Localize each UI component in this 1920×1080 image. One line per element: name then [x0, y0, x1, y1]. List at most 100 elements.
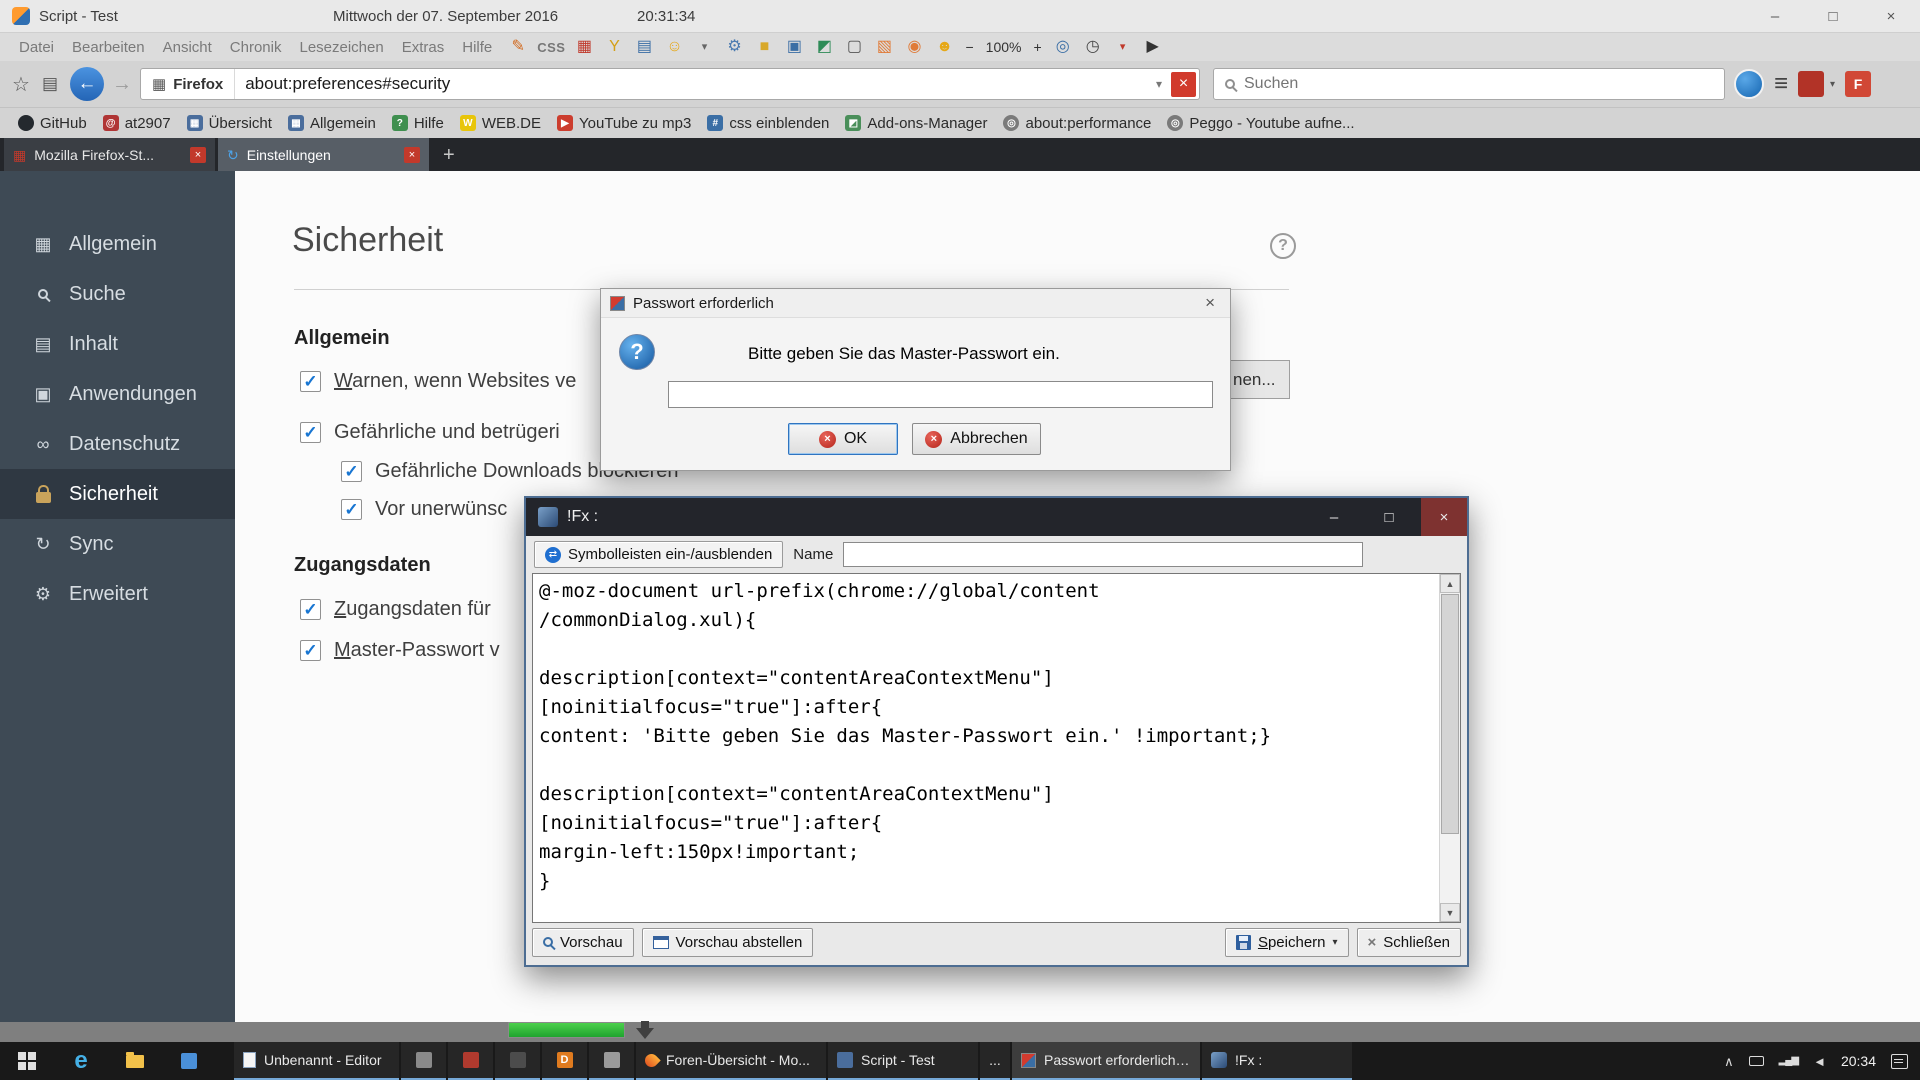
cocktail-icon[interactable]: Y	[603, 36, 625, 58]
taskbar-button-editor[interactable]: Unbenannt - Editor	[234, 1042, 399, 1080]
taskbar-button-app4[interactable]: D	[542, 1042, 587, 1080]
exceptions-button-partial[interactable]: nen...	[1231, 360, 1290, 399]
taskbar-explorer-icon[interactable]	[108, 1042, 162, 1080]
label-warn-software[interactable]: Vor unerwünsc	[375, 498, 507, 521]
taskbar-button-passwort[interactable]: Passwort erforderlich ...	[1012, 1042, 1200, 1080]
label-block-dangerous[interactable]: Gefährliche und betrügeri	[334, 421, 560, 444]
dialog-close-icon[interactable]: ×	[1199, 293, 1221, 313]
bookmark-allgemein[interactable]: ▦Allgemein	[280, 115, 384, 132]
zoom-in-button[interactable]: +	[1033, 39, 1041, 55]
volume-icon[interactable]: ◄	[1813, 1055, 1826, 1068]
hamburger-menu-icon[interactable]: ≡	[1774, 72, 1788, 96]
new-tab-button[interactable]: +	[432, 140, 466, 171]
cancel-button[interactable]: × Abbrechen	[912, 423, 1041, 455]
url-input[interactable]	[235, 74, 1147, 94]
gear-icon[interactable]: ⚙	[723, 36, 745, 58]
save-dropdown-icon[interactable]: ▾	[1333, 937, 1338, 948]
checkbox-master-password[interactable]: ✓	[300, 640, 321, 661]
save-button[interactable]: Speichern ▾	[1225, 928, 1349, 957]
tab1-close-icon[interactable]: ×	[190, 147, 206, 163]
edit-pencil-icon[interactable]: ✎	[507, 36, 529, 58]
dropdown-caret-icon[interactable]: ▾	[693, 36, 715, 58]
tab2-close-icon[interactable]: ×	[404, 147, 420, 163]
window-icon[interactable]: ▣	[783, 36, 805, 58]
preview-stop-button[interactable]: Vorschau abstellen	[642, 928, 814, 957]
taskbar-button-app5[interactable]	[589, 1042, 634, 1080]
toggle-toolbars-button[interactable]: ⇄ Symbolleisten ein-/ausblenden	[534, 541, 783, 568]
taskbar-button-app1[interactable]	[401, 1042, 446, 1080]
menu-extras[interactable]: Extras	[393, 39, 454, 56]
url-dropdown-icon[interactable]: ▾	[1147, 77, 1171, 91]
sidebar-item-erweitert[interactable]: ⚙Erweitert	[0, 569, 235, 619]
sidebar-item-allgemein[interactable]: ▦Allgemein	[0, 219, 235, 269]
bookmark-star-icon[interactable]: ☆	[12, 72, 30, 97]
network-icon[interactable]: ▂▄▆	[1779, 1056, 1798, 1066]
speaker-icon[interactable]: ◉	[903, 36, 925, 58]
forward-button[interactable]: →	[112, 73, 132, 96]
taskbar-button-app2[interactable]	[448, 1042, 493, 1080]
style-grid-icon[interactable]: ▦	[573, 36, 595, 58]
tool-red-icon[interactable]	[1798, 71, 1824, 97]
close-editor-button[interactable]: × Schließen	[1357, 928, 1461, 957]
help-icon[interactable]: ?	[1270, 233, 1296, 259]
bookmark-about-performance[interactable]: ◎about:performance	[995, 115, 1159, 132]
sidebar-item-suche[interactable]: Suche	[0, 269, 235, 319]
start-button[interactable]	[0, 1042, 54, 1080]
menu-datei[interactable]: Datei	[10, 39, 63, 56]
close-button[interactable]: ×	[1862, 0, 1920, 32]
tray-chevron-icon[interactable]: ∧	[1724, 1055, 1734, 1068]
puzzle-icon[interactable]: ◩	[813, 36, 835, 58]
globe-icon[interactable]: ◎	[1052, 36, 1074, 58]
label-master-password[interactable]: Master-Passwort v	[334, 639, 500, 662]
back-button[interactable]: ←	[70, 67, 104, 101]
sidebar-item-anwendungen[interactable]: ▣Anwendungen	[0, 369, 235, 419]
bookmark-css-einblenden[interactable]: #css einblenden	[699, 115, 837, 132]
taskbar-clock[interactable]: 20:34	[1841, 1053, 1876, 1069]
bookmark-hilfe[interactable]: ?Hilfe	[384, 115, 452, 132]
tool-red-caret-icon[interactable]: ▾	[1830, 79, 1835, 90]
url-bar[interactable]: ▦ Firefox ▾ ×	[140, 68, 1200, 100]
fx-titlebar[interactable]: !Fx : – □ ×	[526, 498, 1467, 536]
play-icon[interactable]: ▶	[1142, 36, 1164, 58]
fx-close-button[interactable]: ×	[1421, 498, 1467, 536]
scrollbar[interactable]: ▲ ▼	[1439, 574, 1460, 922]
bookmark-at2907[interactable]: @at2907	[95, 115, 179, 132]
copy-clipboard-icon[interactable]: ▤	[42, 74, 58, 94]
download-arrow-icon[interactable]	[636, 1021, 654, 1040]
bookmark-uebersicht[interactable]: ▦Übersicht	[179, 115, 280, 132]
scrollbar-thumb[interactable]	[1441, 594, 1459, 834]
ok-button[interactable]: × OK	[788, 423, 898, 455]
tab-mozilla-firefox-st[interactable]: ▦ Mozilla Firefox-St... ×	[4, 138, 215, 171]
smiley-icon[interactable]: ☺	[663, 36, 685, 58]
menu-chronik[interactable]: Chronik	[221, 39, 291, 56]
preview-button[interactable]: Vorschau	[532, 928, 634, 957]
tab-einstellungen[interactable]: ↻ Einstellungen ×	[218, 138, 429, 171]
bookmark-github[interactable]: GitHub	[10, 115, 95, 132]
bookmark-peggo[interactable]: ◎Peggo - Youtube aufne...	[1159, 115, 1362, 132]
identity-box[interactable]: ▦ Firefox	[141, 69, 235, 99]
checkbox-block-dangerous[interactable]: ✓	[300, 422, 321, 443]
sidebar-item-sicherheit[interactable]: Sicherheit	[0, 469, 235, 519]
taskbar-edge-icon[interactable]: e	[54, 1042, 108, 1080]
minimize-button[interactable]: –	[1746, 0, 1804, 32]
label-warn-addons[interactable]: Warnen, wenn Websites ve	[334, 370, 576, 393]
search-input[interactable]	[1244, 75, 1713, 93]
sidebar-item-datenschutz[interactable]: ∞Datenschutz	[0, 419, 235, 469]
checkbox-block-downloads[interactable]: ✓	[341, 461, 362, 482]
taskbar-button-overflow[interactable]: ...	[980, 1042, 1010, 1080]
taskbar-button-fx[interactable]: !Fx :	[1202, 1042, 1352, 1080]
stop-button[interactable]: ×	[1171, 72, 1196, 97]
maximize-button[interactable]: □	[1804, 0, 1862, 32]
zoom-out-button[interactable]: −	[965, 39, 973, 55]
checkbox-warn-addons[interactable]: ✓	[300, 371, 321, 392]
app-titlebar[interactable]: Script - Test Mittwoch der 07. September…	[0, 0, 1920, 33]
search-bar[interactable]	[1213, 68, 1725, 100]
taskbar-button-foren[interactable]: Foren-Übersicht - Mo...	[636, 1042, 826, 1080]
menu-lesezeichen[interactable]: Lesezeichen	[290, 39, 392, 56]
dialog-titlebar[interactable]: Passwort erforderlich ×	[601, 289, 1230, 318]
menu-ansicht[interactable]: Ansicht	[154, 39, 221, 56]
css-toggle-button[interactable]: CSS	[537, 40, 565, 55]
name-input[interactable]	[843, 542, 1363, 567]
clipboard-icon[interactable]: ▤	[633, 36, 655, 58]
image-icon[interactable]: ▧	[873, 36, 895, 58]
